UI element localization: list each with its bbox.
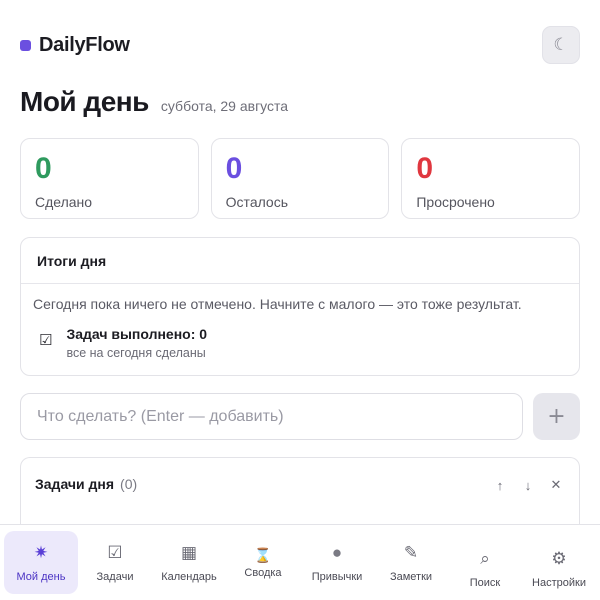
pencil-icon: ✎	[403, 542, 419, 562]
checkbox-icon: ☑	[107, 542, 123, 562]
arrow-up-icon[interactable]: ↑	[493, 478, 507, 493]
nav-label: Календарь	[161, 570, 217, 583]
day-tasks-heading: Задачи дня (0)	[35, 476, 137, 494]
nav-label: Настройки	[532, 576, 586, 589]
day-summary-title: Итоги дня	[21, 238, 579, 284]
day-tasks-title: Задачи дня	[35, 476, 115, 492]
nav-label: Привычки	[311, 570, 363, 583]
nav-item-habits[interactable]: ● Привычки	[300, 531, 374, 594]
stat-label: Осталось	[225, 194, 289, 210]
stat-card-remaining: 0 Осталось	[210, 138, 390, 219]
page-title: Мой день	[20, 86, 149, 117]
brand-logo-icon	[20, 39, 31, 51]
stats-row: 0 Сделано 0 Осталось 0 Просрочено	[20, 138, 581, 219]
day-tasks-count: (0)	[120, 476, 138, 492]
app-header: DailyFlow ☾	[20, 26, 580, 64]
nav-label: Мой день	[16, 570, 66, 583]
day-tasks-actions: ↑ ↓ ✕	[493, 477, 563, 493]
theme-toggle-button[interactable]: ☾	[542, 26, 580, 64]
search-icon: ⌕	[480, 548, 490, 568]
circle-icon: ●	[331, 542, 343, 562]
stat-value: 0	[225, 152, 243, 185]
checkbox-icon: ☑	[39, 332, 53, 349]
stat-value: 0	[416, 152, 434, 185]
stat-label: Просрочено	[416, 194, 495, 210]
nav-label: Сводка	[244, 567, 282, 579]
day-summary-card: Итоги дня Сегодня пока ничего не отмечен…	[20, 237, 580, 376]
page-date: суббота, 29 августа	[160, 98, 289, 114]
hourglass-icon: ⌛	[254, 547, 272, 563]
calendar-grid-icon: ▦	[180, 542, 198, 562]
stat-card-overdue: 0 Просрочено	[401, 138, 581, 219]
sparkle-icon: ✷	[33, 542, 49, 562]
nav-item-summary[interactable]: ⌛ Сводка	[226, 531, 300, 594]
nav-label: Поиск	[469, 576, 501, 589]
close-icon[interactable]: ✕	[549, 477, 563, 493]
title-row: Мой день суббота, 29 августа	[20, 86, 288, 118]
add-task-row: +	[20, 393, 580, 440]
bottom-nav: ✷ Мой день ☑ Задачи ▦ Календарь ⌛ Сводка…	[0, 524, 600, 600]
day-summary-text: Сегодня пока ничего не отмечено. Начните…	[33, 296, 522, 312]
summary-item-title: Задач выполнено: 0	[66, 326, 208, 342]
nav-item-search[interactable]: ⌕ Поиск	[448, 531, 522, 594]
stat-value: 0	[35, 152, 52, 185]
stat-card-done: 0 Сделано	[20, 138, 199, 219]
moon-icon: ☾	[553, 35, 569, 54]
brand: DailyFlow	[20, 34, 130, 57]
gear-icon: ⚙	[551, 548, 567, 568]
nav-item-settings[interactable]: ⚙ Настройки	[522, 531, 596, 594]
nav-label: Задачи	[96, 570, 134, 583]
nav-item-notes[interactable]: ✎ Заметки	[374, 531, 448, 594]
brand-name: DailyFlow	[39, 33, 130, 56]
stat-label: Сделано	[35, 194, 93, 210]
nav-item-tasks[interactable]: ☑ Задачи	[78, 531, 152, 594]
nav-label: Заметки	[389, 570, 433, 583]
day-tasks-header: Задачи дня (0) ↑ ↓ ✕	[21, 458, 579, 512]
arrow-down-icon[interactable]: ↓	[521, 478, 535, 493]
task-input[interactable]	[20, 393, 523, 440]
nav-item-my-day[interactable]: ✷ Мой день	[4, 531, 78, 594]
summary-item: ☑ Задач выполнено: 0 все на сегодня сдел…	[21, 312, 579, 360]
nav-item-calendar[interactable]: ▦ Календарь	[152, 531, 226, 594]
add-task-button[interactable]: +	[533, 393, 580, 440]
summary-item-subtitle: все на сегодня сделаны	[66, 346, 206, 360]
